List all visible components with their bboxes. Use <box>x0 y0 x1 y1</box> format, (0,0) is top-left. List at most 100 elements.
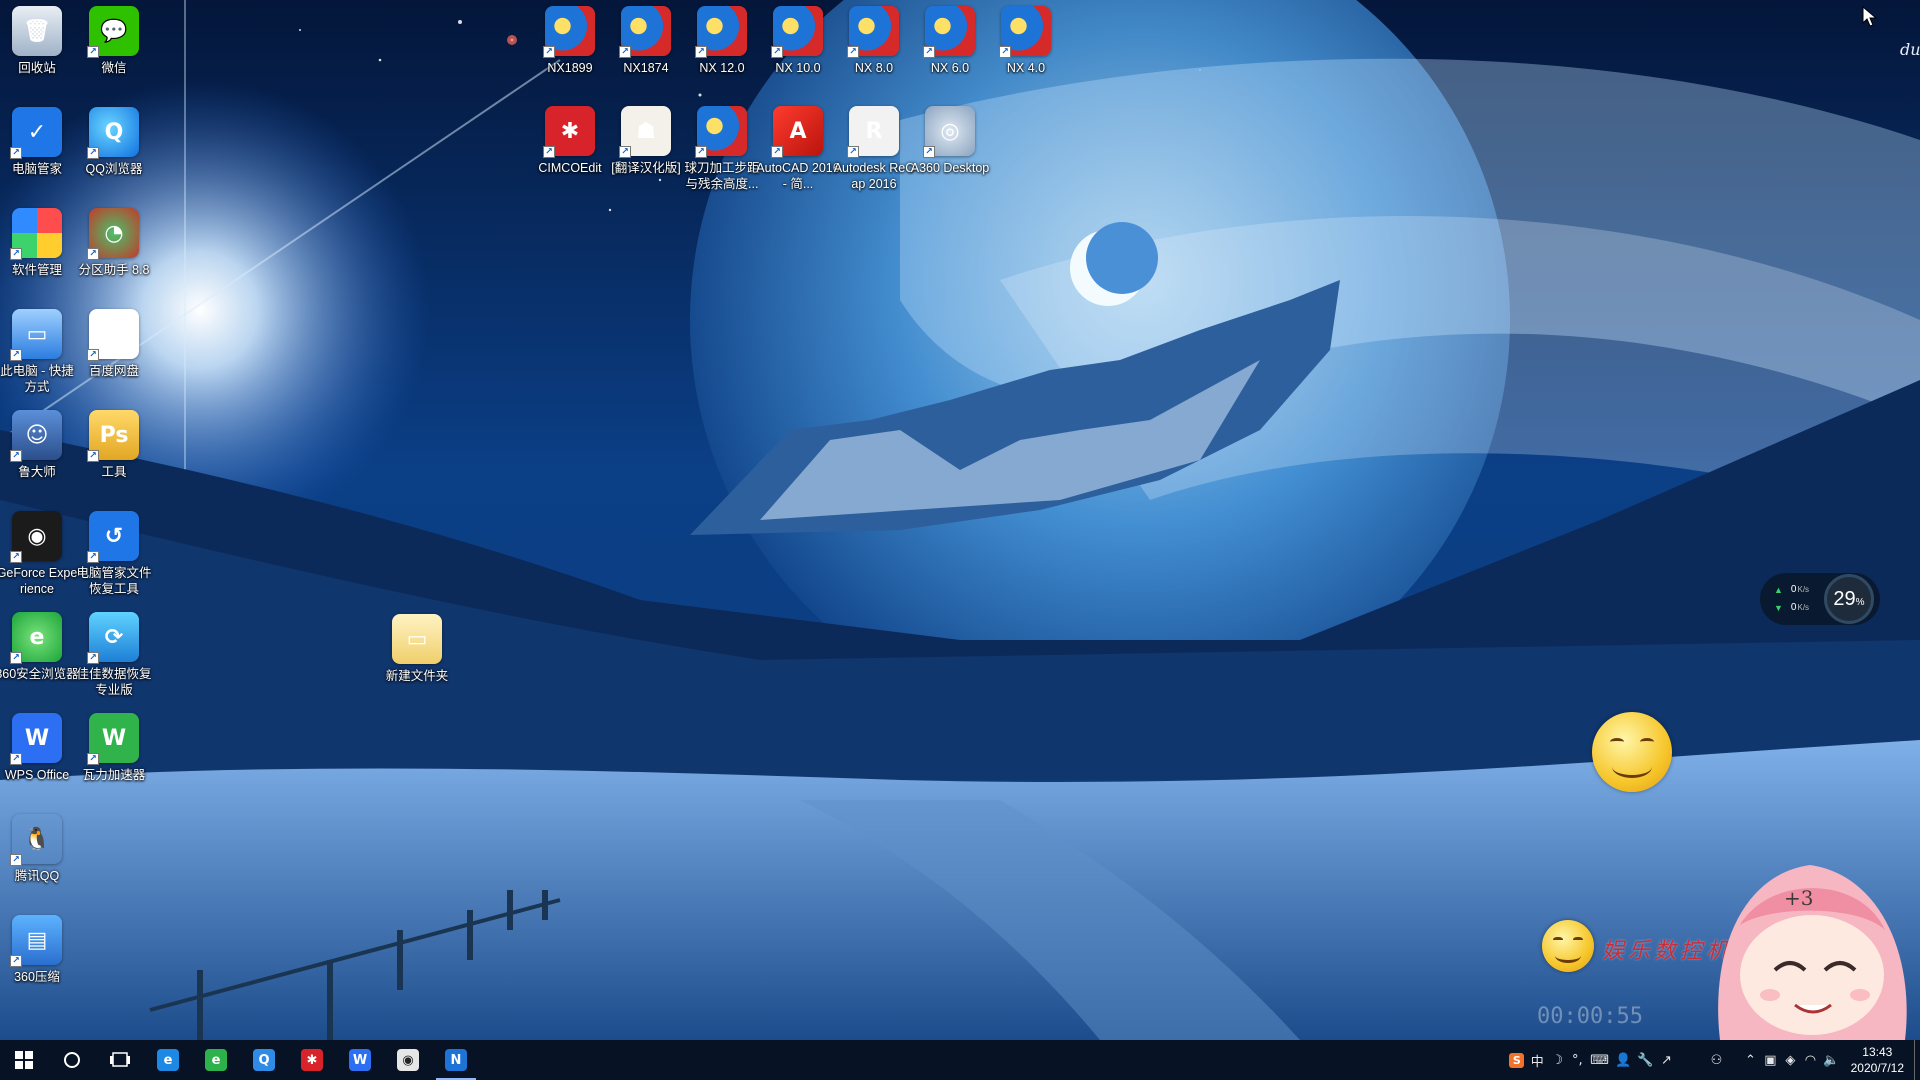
taskbar-app-qq-browser[interactable]: Q <box>240 1040 288 1080</box>
show-desktop-button[interactable] <box>1914 1040 1920 1080</box>
keyboard-icon[interactable]: ⌨ <box>1587 1040 1612 1080</box>
desktop-icon[interactable]: 🐧 ↗ 腾讯QQ <box>0 814 79 884</box>
desktop-icon[interactable]: ⚭ ↗ 百度网盘 <box>72 309 156 379</box>
desktop-icon[interactable]: ✓ ↗ 电脑管家 <box>0 107 79 177</box>
download-speed: 0 <box>1790 602 1797 613</box>
shortcut-arrow-icon: ↗ <box>10 450 22 462</box>
usb-device-icon[interactable]: ▣ <box>1760 1040 1780 1080</box>
360-zip-icon: ▤ ↗ <box>10 915 62 967</box>
windows-logo-icon <box>15 1051 33 1069</box>
taskbar-app-360[interactable]: e <box>192 1040 240 1080</box>
taskbar-app-recorder[interactable]: ◉ <box>384 1040 432 1080</box>
volume-icon[interactable]: 🔈 <box>1820 1040 1842 1080</box>
desktop-icon-label: Autodesk ReCap 2016 <box>833 161 915 191</box>
desktop-icon[interactable]: e ↗ 360安全浏览器 <box>0 612 79 682</box>
desktop-icon[interactable]: ◔ ↗ 分区助手 8.8 <box>72 208 156 278</box>
desktop-icon[interactable]: W ↗ WPS Office <box>0 713 79 783</box>
desktop-icon[interactable]: ▭ ↗ 此电脑 - 快捷方式 <box>0 309 79 395</box>
desktop-icon-label: 360压缩 <box>14 970 60 984</box>
desktop-icon[interactable]: ↗ NX 12.0 <box>680 6 764 76</box>
desktop-icon[interactable]: ↗ NX1899 <box>528 6 612 76</box>
file-recovery-icon: ↺ ↗ <box>87 511 139 563</box>
shortcut-arrow-icon: ↗ <box>847 46 859 58</box>
start-button[interactable] <box>0 1040 48 1080</box>
shortcut-arrow-icon: ↗ <box>999 46 1011 58</box>
geforce-icon: ◉ ↗ <box>10 511 62 563</box>
tray-ime-punct[interactable]: °, <box>1567 1040 1587 1080</box>
desktop-icon-label: 回收站 <box>18 61 56 75</box>
desktop-icon[interactable]: ✱ ↗ CIMCOEdit <box>528 106 612 176</box>
taskbar-app-wps[interactable]: W <box>336 1040 384 1080</box>
mascot-plus-counter: +3 <box>1784 886 1814 910</box>
desktop-icon[interactable]: 🗑 回收站 <box>0 6 79 76</box>
shortcut-arrow-icon: ↗ <box>543 146 555 158</box>
desktop-icon[interactable]: 💬 ↗ 微信 <box>72 6 156 76</box>
task-view-icon <box>110 1052 130 1067</box>
desktop-icon-label: A360 Desktop <box>910 161 990 175</box>
desktop-icon[interactable]: ↗ 软件管理 <box>0 208 79 278</box>
task-view-button[interactable] <box>96 1040 144 1080</box>
nx-icon: ↗ <box>771 6 823 58</box>
desktop-icon[interactable]: ↗ NX 8.0 <box>832 6 916 76</box>
this-pc-icon: ▭ ↗ <box>10 309 62 361</box>
smiley-floating-ball-icon[interactable] <box>1592 712 1672 792</box>
desktop-icon-new-folder[interactable]: ▭ 新建文件夹 <box>375 614 459 684</box>
jiajia-recovery-icon: ⟳ ↗ <box>87 612 139 664</box>
nx-icon: ↗ <box>999 6 1051 58</box>
network-speed-widget[interactable]: ▲ 0 K/s ▼ 0 K/s 29 % <box>1760 573 1880 625</box>
desktop-icon-label: 此电脑 - 快捷方式 <box>0 364 74 394</box>
upload-arrow-icon: ▲ <box>1774 585 1783 595</box>
wps-office-icon: W ↗ <box>10 713 62 765</box>
taskbar-app-edge[interactable]: e <box>144 1040 192 1080</box>
desktop-icon[interactable]: A ↗ AutoCAD 2016 - 简... <box>756 106 840 192</box>
cpu-usage-gauge[interactable]: 29 % <box>1824 574 1874 624</box>
recording-timer: 00:00:55 <box>1537 1004 1643 1029</box>
moon-icon[interactable]: ☽ <box>1547 1040 1567 1080</box>
desktop-icon[interactable]: W ↗ 瓦力加速器 <box>72 713 156 783</box>
desktop-icon[interactable]: ↗ NX1874 <box>604 6 688 76</box>
desktop-icon-label: 360安全浏览器 <box>0 667 79 681</box>
desktop-icon[interactable]: ↗ 球刀加工步距与残余高度... <box>680 106 764 192</box>
shortcut-arrow-icon: ↗ <box>923 146 935 158</box>
show-hidden-icons-chevron-up-icon[interactable]: ⌃ <box>1740 1040 1760 1080</box>
wifi-icon[interactable]: ◠ <box>1800 1040 1820 1080</box>
desktop-icon-label: GeForce Experience <box>0 566 78 596</box>
user-icon[interactable]: 👤 <box>1612 1040 1634 1080</box>
shortcut-arrow-icon: ↗ <box>543 46 555 58</box>
tray-ime-language[interactable]: 中 <box>1527 1040 1547 1080</box>
desktop-icon[interactable]: ↗ NX 6.0 <box>908 6 992 76</box>
shortcut-arrow-icon: ↗ <box>847 146 859 158</box>
desktop-icon[interactable]: ◎ ↗ A360 Desktop <box>908 106 992 176</box>
desktop-icon-label: AutoCAD 2016 - 简... <box>756 161 840 191</box>
desktop-icon[interactable]: ◉ ↗ GeForce Experience <box>0 511 79 597</box>
taskbar-app-nx[interactable]: N <box>432 1040 480 1080</box>
desktop-icon-label: NX 8.0 <box>854 61 894 75</box>
desktop-icon[interactable]: Ps ↗ 工具 <box>72 410 156 480</box>
desktop-icon[interactable]: ↗ NX 4.0 <box>984 6 1068 76</box>
shortcut-arrow-icon: ↗ <box>87 46 99 58</box>
security-tray-icon[interactable]: ◈ <box>1780 1040 1800 1080</box>
taskbar-clock[interactable]: 13:43 2020/7/12 <box>1843 1044 1914 1076</box>
external-link-icon[interactable]: ↗ <box>1656 1040 1676 1080</box>
search-button[interactable] <box>48 1040 96 1080</box>
desktop-icon[interactable]: ↺ ↗ 电脑管家文件恢复工具 <box>72 511 156 597</box>
wrench-icon[interactable]: 🔧 <box>1634 1040 1656 1080</box>
desktop-icon[interactable]: ☺ ↗ 鲁大师 <box>0 410 79 480</box>
desktop-icon[interactable]: ☗ ↗ [翻译汉化版] <box>604 106 688 176</box>
desktop-icon[interactable]: ↗ NX 10.0 <box>756 6 840 76</box>
anime-mascot-icon[interactable] <box>1700 835 1920 1040</box>
desktop-icon-label: 微信 <box>101 61 127 75</box>
shortcut-arrow-icon: ↗ <box>10 955 22 967</box>
people-icon[interactable]: ⚇ <box>1706 1040 1726 1080</box>
desktop-icon-label: 腾讯QQ <box>14 869 60 883</box>
download-speed-unit: K/s <box>1797 603 1810 612</box>
desktop-icon-label: QQ浏览器 <box>85 162 143 176</box>
tray-sogou-ime[interactable]: S <box>1506 1040 1527 1080</box>
taskbar-app-cimco[interactable]: ✱ <box>288 1040 336 1080</box>
desktop-icon[interactable]: ▤ ↗ 360压缩 <box>0 915 79 985</box>
desktop-icon[interactable]: ⟳ ↗ 佳佳数据恢复专业版 <box>72 612 156 698</box>
desktop-icon-label: 球刀加工步距与残余高度... <box>684 161 760 191</box>
desktop-icon[interactable]: R ↗ Autodesk ReCap 2016 <box>832 106 916 192</box>
desktop-icon-label: 百度网盘 <box>88 364 139 378</box>
desktop-icon[interactable]: Q ↗ QQ浏览器 <box>72 107 156 177</box>
